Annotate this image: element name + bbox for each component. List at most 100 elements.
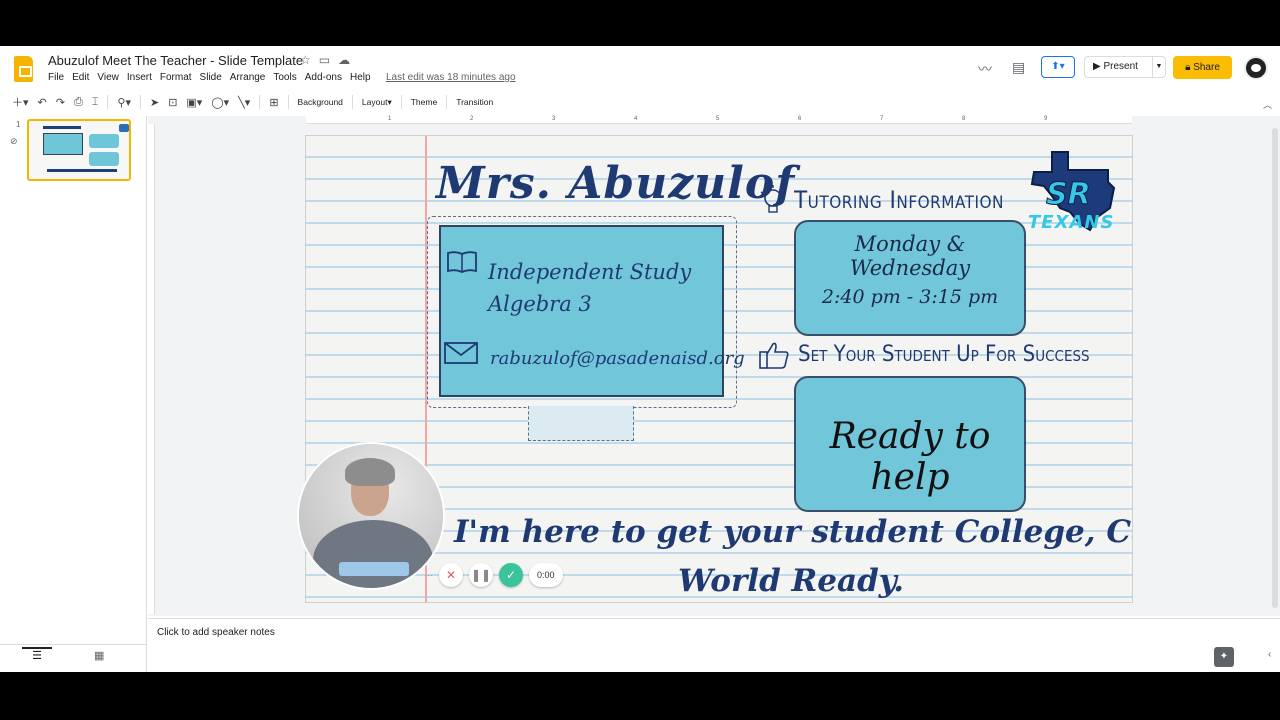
menu-help[interactable]: Help: [350, 72, 371, 83]
recording-timer: 0:00: [529, 563, 563, 587]
toolbar-divider: [107, 95, 109, 109]
present-dropdown-icon[interactable]: ▼: [1152, 57, 1165, 77]
account-avatar[interactable]: [1244, 56, 1268, 80]
tutoring-card[interactable]: Monday & Wednesday 2:40 pm - 3:15 pm: [794, 220, 1026, 336]
pause-recording-icon[interactable]: ❚❚: [469, 563, 493, 587]
last-edit-link[interactable]: Last edit was 18 minutes ago: [386, 72, 516, 83]
thumbs-up-icon: [759, 342, 789, 369]
svg-text:SR: SR: [1046, 177, 1091, 212]
print-icon[interactable]: ⎙: [74, 96, 83, 109]
image-icon[interactable]: ▣▾: [186, 96, 202, 109]
star-icon[interactable]: ☆: [300, 53, 311, 67]
ready-text: Ready to help: [829, 416, 991, 498]
ready-card[interactable]: Ready to help: [794, 376, 1026, 512]
book-icon: [447, 251, 477, 273]
drag-handle-icon[interactable]: ⋯: [424, 570, 433, 581]
webcam-bubble[interactable]: [297, 442, 445, 590]
toolbar-divider: [287, 95, 289, 109]
course-line-2[interactable]: Algebra 3: [488, 292, 592, 316]
ruler-tick: 6: [798, 116, 802, 122]
redo-icon[interactable]: ↷: [56, 96, 65, 109]
menu-arrange[interactable]: Arrange: [230, 72, 266, 83]
toolbar-divider: [139, 95, 141, 109]
text-box-icon[interactable]: ⊡: [168, 96, 177, 109]
slide-thumbnail[interactable]: [27, 119, 131, 181]
present-icon: ▶: [1093, 61, 1104, 72]
footer-line-2[interactable]: World Ready.: [678, 563, 904, 599]
cancel-recording-icon[interactable]: ✕: [439, 563, 463, 587]
horizontal-ruler: 1 2 3 4 5 6 7 8 9: [306, 116, 1132, 124]
thumb-logo: [119, 124, 129, 132]
title-icons: ☆ ▭ ☁: [300, 53, 350, 67]
menu-addons[interactable]: Add-ons: [305, 72, 342, 83]
menu-format[interactable]: Format: [160, 72, 192, 83]
new-slide-icon[interactable]: ＋▾: [12, 94, 29, 110]
thumb-card: [89, 152, 119, 166]
menu-bar: File Edit View Insert Format Slide Arran…: [48, 72, 371, 83]
ruler-tick: 1: [388, 116, 392, 122]
menu-file[interactable]: File: [48, 72, 64, 83]
lightbulb-icon: [760, 185, 786, 213]
view-switcher: ☰ ▦: [0, 644, 147, 672]
ruler-tick: 5: [716, 116, 720, 122]
move-folder-icon[interactable]: ▭: [319, 53, 330, 67]
tutoring-days: Monday & Wednesday: [849, 232, 971, 280]
tutoring-time: 2:40 pm - 3:15 pm: [821, 286, 999, 308]
shape-icon[interactable]: ◯▾: [211, 96, 229, 109]
comment-icon[interactable]: ⊞: [269, 96, 278, 109]
explore-icon[interactable]: ✦: [1214, 647, 1234, 667]
presenter-hair: [345, 458, 395, 486]
line-icon[interactable]: ╲▾: [238, 96, 250, 109]
cloud-status-icon[interactable]: ☁: [338, 53, 350, 67]
filmstrip: 1 ⊘ ☰ ▦: [0, 116, 147, 672]
document-title[interactable]: Abuzulof Meet The Teacher - Slide Templa…: [48, 53, 303, 68]
comments-icon[interactable]: ▤: [1012, 59, 1025, 76]
thumb-monitor: [43, 133, 83, 155]
footer-line-1[interactable]: I'm here to get your student College, Ca…: [454, 514, 1132, 550]
monitor-stand: [528, 406, 634, 441]
thumb-title: [43, 126, 81, 129]
lock-icon: 🔒︎: [1185, 62, 1194, 73]
background-button[interactable]: Background: [298, 97, 343, 107]
slides-logo-icon[interactable]: [14, 56, 33, 82]
tutoring-heading[interactable]: Tutoring Information: [794, 186, 1004, 214]
ruler-tick: 9: [1044, 116, 1048, 122]
side-panel-toggle-icon[interactable]: ‹: [1268, 649, 1271, 660]
transition-button[interactable]: Transition: [456, 97, 493, 107]
collapse-menu-icon[interactable]: ︿: [1263, 98, 1272, 111]
undo-icon[interactable]: ↶: [38, 96, 47, 109]
toolbar-divider: [400, 95, 402, 109]
email-address[interactable]: rabuzulof@pasadenaisd.org: [490, 348, 745, 369]
menu-edit[interactable]: Edit: [72, 72, 89, 83]
filmstrip-view-icon[interactable]: ☰: [22, 647, 52, 671]
upload-icon[interactable]: ⬆▾: [1041, 56, 1075, 78]
speaker-notes[interactable]: Click to add speaker notes ✦ ‹: [148, 618, 1280, 672]
grid-view-icon[interactable]: ▦: [94, 649, 104, 662]
recording-controls: ⋯ ✕ ❚❚ ✓ 0:00: [424, 563, 563, 587]
success-heading[interactable]: Set Your Student Up For Success: [798, 342, 1090, 367]
link-icon: ⊘: [10, 136, 18, 146]
layout-label: Layout: [361, 96, 388, 107]
present-button[interactable]: ▶ Present ▼: [1084, 56, 1166, 78]
menu-view[interactable]: View: [97, 72, 119, 83]
menu-insert[interactable]: Insert: [127, 72, 152, 83]
share-button[interactable]: 🔒︎ Share: [1173, 56, 1232, 79]
menu-slide[interactable]: Slide: [200, 72, 222, 83]
menu-tools[interactable]: Tools: [273, 72, 296, 83]
finish-recording-icon[interactable]: ✓: [499, 563, 523, 587]
slide-number: 1: [16, 120, 21, 129]
logo-wordmark: TEXANS: [1028, 212, 1115, 233]
theme-button[interactable]: Theme: [411, 97, 437, 107]
zoom-icon[interactable]: ⚲▾: [117, 96, 131, 109]
paint-format-icon[interactable]: ⌶: [92, 96, 99, 109]
select-icon[interactable]: ➤: [150, 96, 159, 109]
speaker-notes-placeholder[interactable]: Click to add speaker notes: [157, 627, 275, 638]
layout-button[interactable]: Layout▾: [362, 97, 392, 108]
course-line-1[interactable]: Independent Study: [488, 260, 691, 284]
toolbar-divider: [259, 95, 261, 109]
toolbar-divider: [446, 95, 448, 109]
presenter-body: [313, 520, 433, 588]
vertical-scrollbar[interactable]: [1272, 128, 1278, 608]
activity-icon[interactable]: 〰: [978, 59, 992, 79]
slide-title[interactable]: Mrs. Abuzulof: [436, 158, 795, 209]
